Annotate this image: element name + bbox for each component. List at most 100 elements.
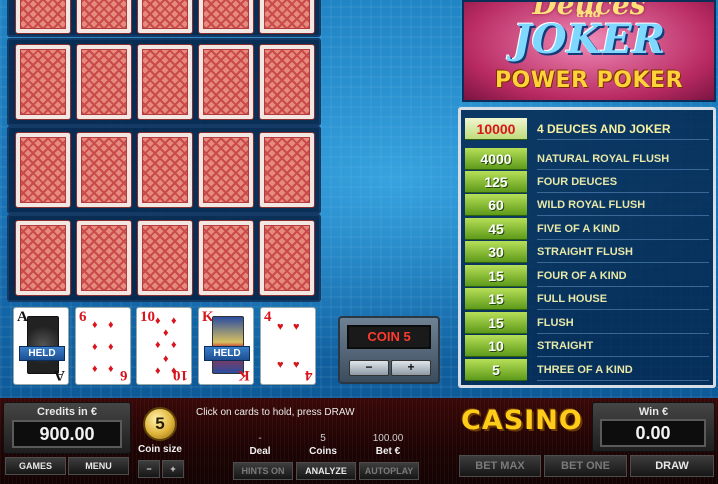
coin-minus-button[interactable]: − xyxy=(349,360,389,376)
game-logo: Deuces and JOKER POWER POKER xyxy=(462,0,716,102)
card-rank: A xyxy=(54,367,65,383)
diamond-pip-icon: ♦ xyxy=(92,319,98,331)
bet-value: 100.00 xyxy=(372,433,404,444)
coin-size-chip: 5 xyxy=(143,407,177,441)
face-down-card xyxy=(15,44,71,120)
deal-value: - xyxy=(258,433,262,444)
heart-pip-icon: ♥ xyxy=(277,321,284,333)
paytable-hand: FLUSH xyxy=(537,312,709,334)
card-four-of-hearts[interactable]: 4 ♥ ♥ ♥ ♥ 4 xyxy=(260,307,316,385)
paytable-payout: 4000 xyxy=(465,148,527,170)
face-down-card xyxy=(76,220,132,296)
bet-max-button[interactable]: BET MAX xyxy=(459,455,541,477)
paytable-row: 60 WILD ROYAL FLUSH xyxy=(465,194,709,216)
paytable-payout: 60 xyxy=(465,194,527,216)
extra-hand-3 xyxy=(7,126,321,214)
paytable-row: 10 STRAIGHT xyxy=(465,335,709,357)
diamond-pip-icon: ♦ xyxy=(92,363,98,375)
analyze-button[interactable]: ANALYZE xyxy=(296,462,356,480)
card-ten-of-diamonds[interactable]: 10 ♦ ♦ ♦ ♦ ♦ ♦ ♦ ♦ 10 xyxy=(136,307,192,385)
paytable-hand: WILD ROYAL FLUSH xyxy=(537,194,709,216)
face-down-card xyxy=(198,220,254,296)
casino-brand: CASINO xyxy=(461,405,583,436)
coins-value: 5 xyxy=(320,433,326,444)
diamond-pip-icon: ♦ xyxy=(163,327,169,339)
paytable-row: 15 FULL HOUSE xyxy=(465,288,709,310)
diamond-pip-icon: ♦ xyxy=(108,341,114,353)
diamond-pip-icon: ♦ xyxy=(108,363,114,375)
games-button[interactable]: GAMES xyxy=(5,457,66,475)
face-down-card xyxy=(15,220,71,296)
paytable-hand: STRAIGHT FLUSH xyxy=(537,241,709,263)
diamond-pip-icon: ♦ xyxy=(163,353,169,365)
game-table: A A HELD 6 ♦ ♦ ♦ ♦ ♦ ♦ 6 10 ♦ ♦ ♦ ♦ ♦ ♦ … xyxy=(0,0,718,398)
card-ace-of-spades[interactable]: A A HELD xyxy=(13,307,69,385)
paytable: 10000 4 DEUCES AND JOKER 4000 NATURAL RO… xyxy=(458,107,716,388)
card-rank: 4 xyxy=(264,309,272,325)
card-rank: 6 xyxy=(119,367,128,383)
diamond-pip-icon: ♦ xyxy=(155,339,161,351)
heart-pip-icon: ♥ xyxy=(293,321,300,333)
paytable-payout: 10 xyxy=(465,335,527,357)
held-label: HELD xyxy=(204,346,250,361)
face-down-card xyxy=(198,132,254,208)
card-rank: 6 xyxy=(79,309,87,325)
heart-pip-icon: ♥ xyxy=(293,359,300,371)
face-down-card xyxy=(137,0,193,34)
paytable-row: 4000 NATURAL ROYAL FLUSH xyxy=(465,148,709,170)
coin-size-minus-button[interactable]: − xyxy=(138,460,160,478)
heart-pip-icon: ♥ xyxy=(277,359,284,371)
autoplay-button[interactable]: AUTOPLAY xyxy=(359,462,419,480)
paytable-hand: THREE OF A KIND xyxy=(537,359,709,381)
bet-one-button[interactable]: BET ONE xyxy=(544,455,627,477)
paytable-row: 15 FLUSH xyxy=(465,312,709,334)
paytable-payout: 5 xyxy=(465,359,527,381)
extra-hand-1 xyxy=(7,0,321,37)
hints-toggle-button[interactable]: HINTS ON xyxy=(233,462,293,480)
credits-title: Credits in € xyxy=(37,406,97,418)
face-down-card xyxy=(76,44,132,120)
logo-power-poker-text: POWER POKER xyxy=(494,68,684,93)
extra-hand-2 xyxy=(7,38,321,126)
card-six-of-diamonds[interactable]: 6 ♦ ♦ ♦ ♦ ♦ ♦ 6 xyxy=(75,307,131,385)
face-down-card xyxy=(76,0,132,34)
logo-joker-text: JOKER xyxy=(512,16,666,63)
coin-display: COIN 5 xyxy=(347,325,431,349)
coin-selector: COIN 5 − + xyxy=(338,316,440,384)
card-rank: 10 xyxy=(140,309,155,325)
card-rank: K xyxy=(238,367,250,383)
credits-panel: Credits in € 900.00 xyxy=(3,402,131,454)
credits-display: 900.00 xyxy=(12,420,122,448)
face-down-card xyxy=(76,132,132,208)
draw-button[interactable]: DRAW xyxy=(630,455,714,477)
face-down-card xyxy=(137,132,193,208)
paytable-payout: 15 xyxy=(465,288,527,310)
face-down-card xyxy=(15,0,71,34)
coin-size-plus-button[interactable]: + xyxy=(162,460,184,478)
paytable-hand: NATURAL ROYAL FLUSH xyxy=(537,148,709,170)
face-down-card xyxy=(259,44,315,120)
card-rank: 4 xyxy=(304,367,313,383)
diamond-pip-icon: ♦ xyxy=(171,315,177,327)
diamond-pip-icon: ♦ xyxy=(92,341,98,353)
diamond-pip-icon: ♦ xyxy=(171,339,177,351)
diamond-pip-icon: ♦ xyxy=(108,319,114,331)
menu-button[interactable]: MENU xyxy=(68,457,129,475)
paytable-hand: FULL HOUSE xyxy=(537,288,709,310)
card-king-of-diamonds[interactable]: K K HELD xyxy=(198,307,254,385)
coin-plus-button[interactable]: + xyxy=(391,360,431,376)
face-down-card xyxy=(137,220,193,296)
paytable-row: 5 THREE OF A KIND xyxy=(465,359,709,381)
paytable-row: 10000 4 DEUCES AND JOKER xyxy=(465,118,709,140)
held-label: HELD xyxy=(19,346,65,361)
paytable-row: 30 STRAIGHT FLUSH xyxy=(465,241,709,263)
paytable-row: 45 FIVE OF A KIND xyxy=(465,218,709,240)
instruction-text: Click on cards to hold, press DRAW xyxy=(196,407,355,418)
paytable-hand: 4 DEUCES AND JOKER xyxy=(537,118,709,140)
paytable-hand: FIVE OF A KIND xyxy=(537,218,709,240)
paytable-payout: 10000 xyxy=(465,118,527,140)
paytable-payout: 15 xyxy=(465,265,527,287)
diamond-pip-icon: ♦ xyxy=(155,315,161,327)
coins-label: Coins xyxy=(309,446,337,457)
face-down-card xyxy=(15,132,71,208)
